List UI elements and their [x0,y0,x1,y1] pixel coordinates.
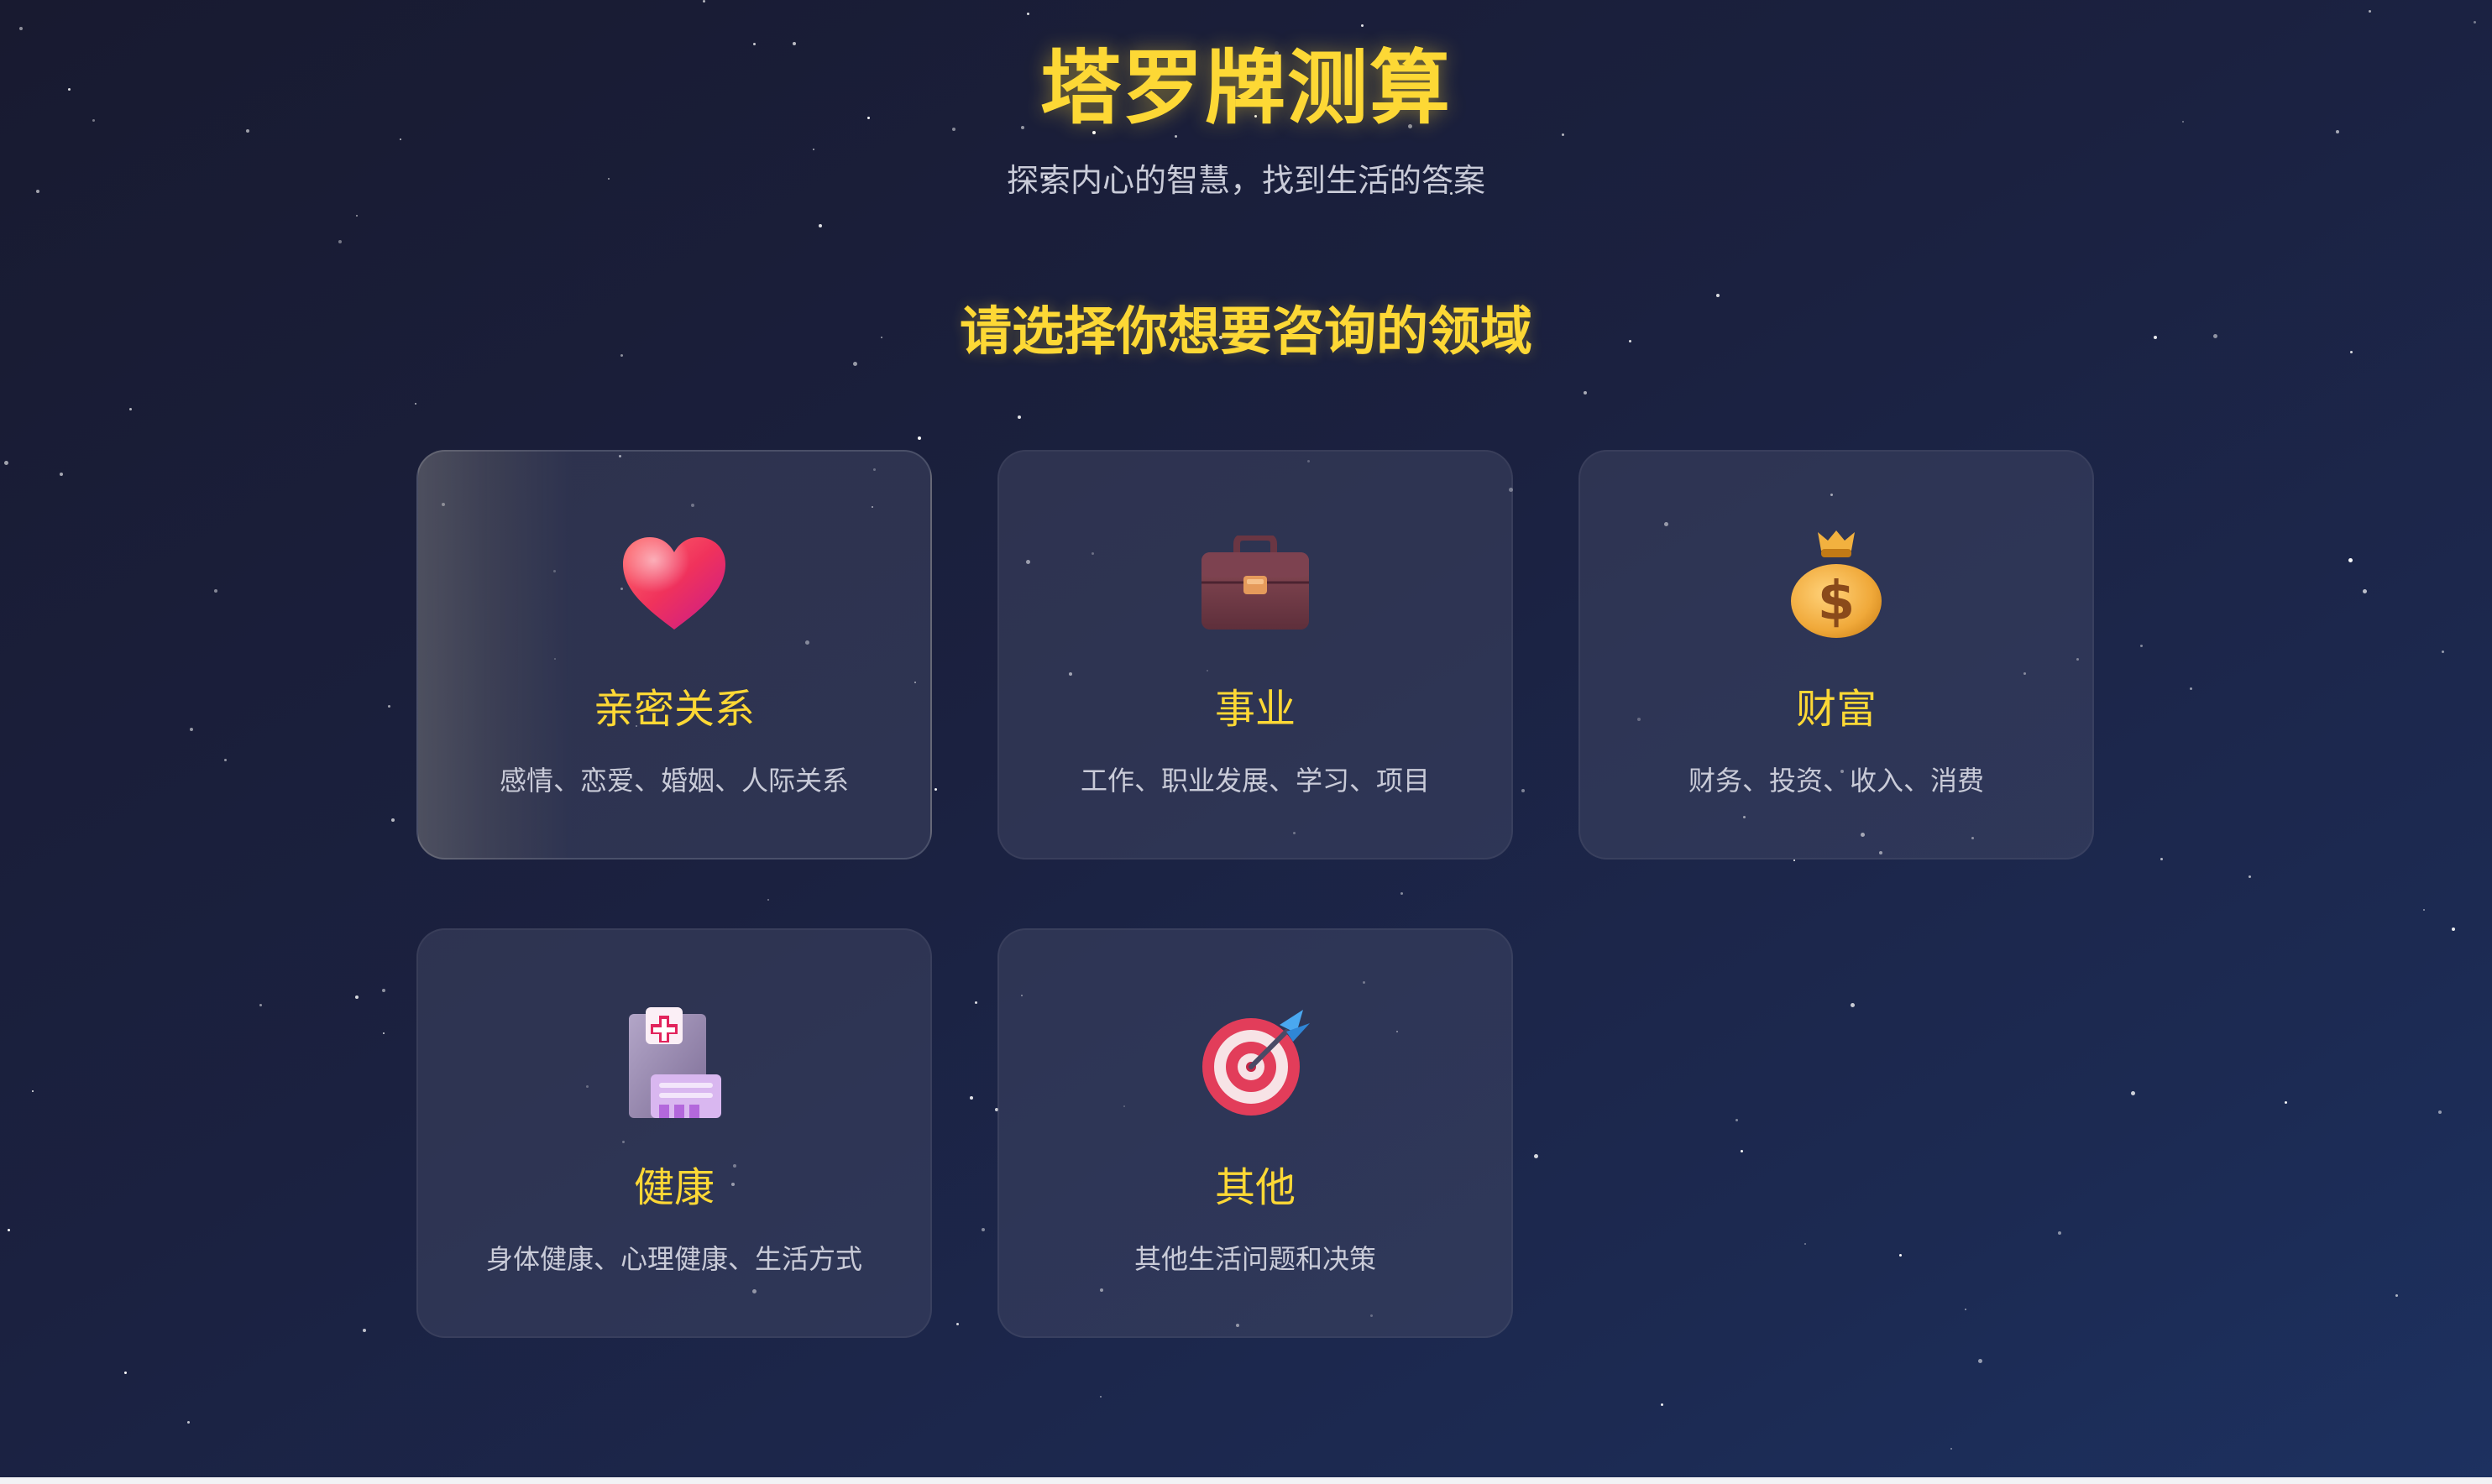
star-dot [388,705,390,708]
star-dot [383,1032,385,1034]
section-title: 请选择你想要咨询的领域 [959,300,1532,362]
category-card-wealth[interactable]: $ 财富 财务、投资、收入、消费 [1578,450,2094,860]
page-header: 塔罗牌测算 探索内心的智慧，找到生活的答案 [0,34,2492,201]
star-dot [2160,858,2163,860]
page-subtitle: 探索内心的智慧，找到生活的答案 [1006,162,1485,199]
star-dot [391,818,395,822]
page-title: 塔罗牌测算 [1040,41,1452,135]
star-dot [1100,1396,1102,1398]
star-dot [918,436,921,440]
star-dot [703,0,705,3]
star-dot [382,989,385,992]
star-dot [2348,558,2353,562]
star-dot [224,759,227,761]
category-title: 健康 [633,1164,715,1211]
star-dot [60,473,63,476]
star-dot [1361,24,1364,27]
star-dot [1018,415,1021,419]
star-dot [19,27,23,30]
bottom-edge [0,1477,2492,1484]
money-bag-icon: $ [1580,525,2092,643]
category-description: 其他生活问题和决策 [1133,1243,1376,1275]
star-dot [415,403,416,405]
star-dot [355,995,359,999]
category-description: 感情、恋爱、婚姻、人际关系 [499,765,849,797]
star-dot [2190,687,2192,690]
hospital-icon [418,1004,930,1121]
star-dot [190,728,193,731]
star-dot [2285,1101,2287,1104]
star-dot [338,240,342,243]
star-dot [2140,645,2143,647]
dart-target-icon [999,1004,1511,1121]
category-description: 身体健康、心理健康、生活方式 [485,1243,862,1275]
star-dot [187,1421,190,1424]
category-title: 其他 [1214,1164,1296,1211]
star-dot [1950,1448,1952,1450]
category-card-relationship[interactable]: 亲密关系 感情、恋爱、婚姻、人际关系 [416,450,932,860]
star-dot [129,408,132,410]
star-dot [2438,1110,2442,1114]
star-dot [2452,928,2455,931]
star-dot [124,1372,127,1374]
star-dot [2249,875,2251,878]
star-dot [2442,651,2444,653]
category-title: 亲密关系 [593,686,755,733]
star-dot [1661,1403,1663,1406]
category-description: 财务、投资、收入、消费 [1688,765,1984,797]
star-dot [32,1090,34,1092]
star-dot [2395,1294,2398,1297]
star-dot [356,215,358,217]
star-dot [2363,589,2367,593]
category-title: 财富 [1795,686,1877,733]
star-dot [2131,1091,2135,1095]
star-dot [1027,13,1029,15]
category-description: 工作、职业发展、学习、项目 [1080,765,1430,797]
heart-icon [418,525,930,643]
briefcase-icon [999,525,1511,643]
star-dot [8,1229,10,1231]
category-card-health[interactable]: 健康 身体健康、心理健康、生活方式 [416,928,932,1338]
star-dot [1978,1359,1982,1363]
category-card-other[interactable]: 其他 其他生活问题和决策 [997,928,1513,1338]
star-dot [2474,21,2476,24]
star-dot [214,589,217,593]
svg-text:$: $ [1818,571,1856,633]
category-grid: 亲密关系 感情、恋爱、婚姻、人际关系 事业 工作、职业发展、学习、项目 $ 财富… [416,450,2094,1338]
star-dot [363,1329,366,1332]
category-title: 事业 [1214,686,1296,733]
star-dot [259,1004,262,1006]
star-dot [819,224,822,227]
star-dot [1584,391,1587,395]
star-dot [2369,10,2371,13]
star-dot [2423,909,2425,911]
category-card-career[interactable]: 事业 工作、职业发展、学习、项目 [997,450,1513,860]
star-dot [4,461,8,465]
